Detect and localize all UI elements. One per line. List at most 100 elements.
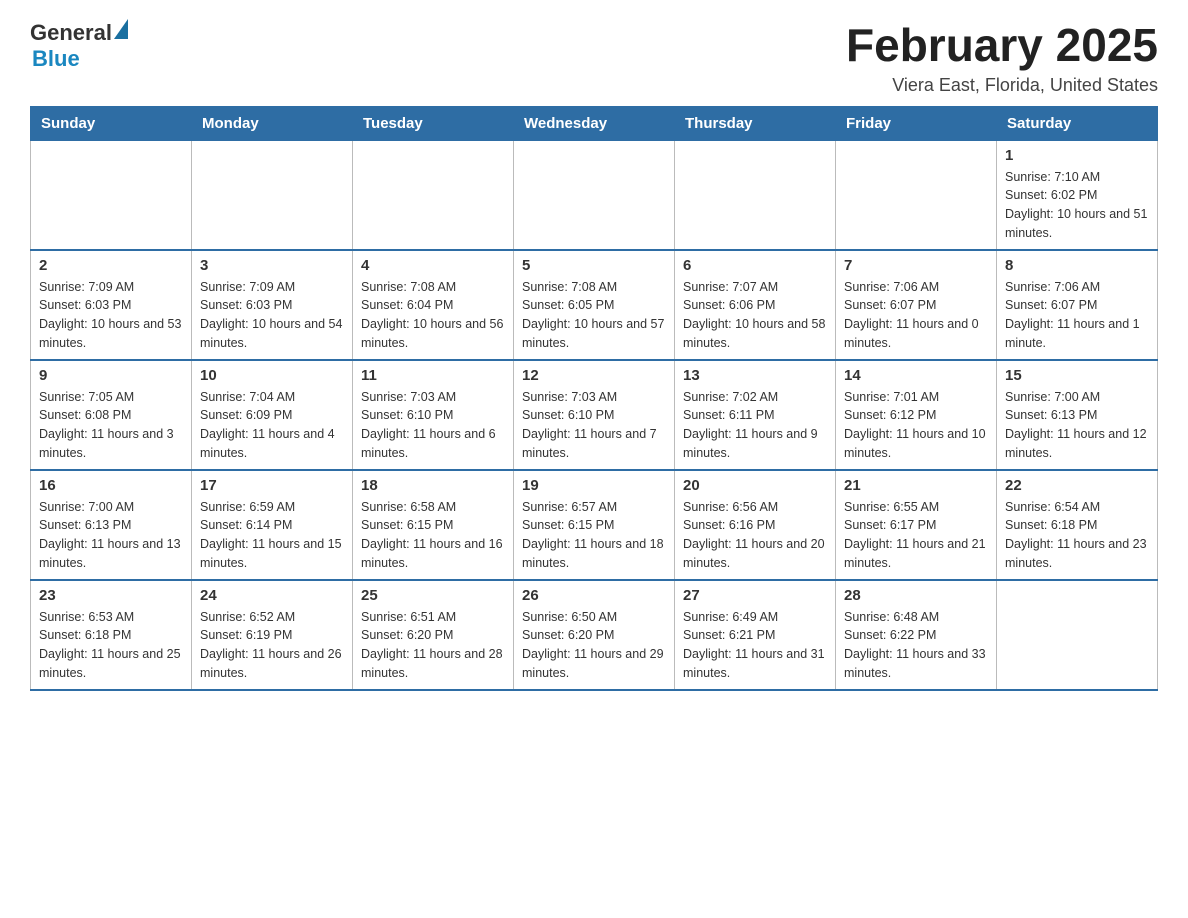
title-area: February 2025 Viera East, Florida, Unite… bbox=[846, 20, 1158, 96]
day-number: 28 bbox=[844, 587, 988, 604]
day-number: 13 bbox=[683, 367, 827, 384]
day-info: Sunrise: 7:06 AM Sunset: 6:07 PM Dayligh… bbox=[844, 278, 988, 353]
day-number: 19 bbox=[522, 477, 666, 494]
day-info: Sunrise: 7:01 AM Sunset: 6:12 PM Dayligh… bbox=[844, 388, 988, 463]
day-number: 27 bbox=[683, 587, 827, 604]
calendar-cell: 17 Sunrise: 6:59 AM Sunset: 6:14 PM Dayli… bbox=[192, 470, 353, 580]
day-info: Sunrise: 6:52 AM Sunset: 6:19 PM Dayligh… bbox=[200, 608, 344, 683]
calendar-cell: 13Sunrise: 7:02 AM Sunset: 6:11 PM Dayli… bbox=[675, 360, 836, 470]
day-info: Sunrise: 7:09 AM Sunset: 6:03 PM Dayligh… bbox=[200, 278, 344, 353]
day-info: Sunrise: 7:06 AM Sunset: 6:07 PM Dayligh… bbox=[1005, 278, 1149, 353]
calendar-cell: 11 Sunrise: 7:03 AM Sunset: 6:10 PM Dayli… bbox=[353, 360, 514, 470]
day-number: 9 bbox=[39, 367, 183, 384]
logo-general-text: General bbox=[30, 20, 112, 46]
location-text: Viera East, Florida, United States bbox=[846, 75, 1158, 96]
calendar-cell: 2Sunrise: 7:09 AM Sunset: 6:03 PM Daylig… bbox=[31, 250, 192, 360]
day-info: Sunrise: 7:10 AM Sunset: 6:02 PM Dayligh… bbox=[1005, 168, 1149, 243]
day-of-week-tuesday: Tuesday bbox=[353, 106, 514, 140]
day-info: Sunrise: 7:00 AM Sunset: 6:13 PM Dayligh… bbox=[1005, 388, 1149, 463]
logo-triangle-icon bbox=[114, 19, 128, 39]
day-info: Sunrise: 6:51 AM Sunset: 6:20 PM Dayligh… bbox=[361, 608, 505, 683]
day-info: Sunrise: 7:00 AM Sunset: 6:13 PM Dayligh… bbox=[39, 498, 183, 573]
day-number: 12 bbox=[522, 367, 666, 384]
calendar-cell: 19Sunrise: 6:57 AM Sunset: 6:15 PM Dayli… bbox=[514, 470, 675, 580]
calendar-cell: 16Sunrise: 7:00 AM Sunset: 6:13 PM Dayli… bbox=[31, 470, 192, 580]
day-number: 15 bbox=[1005, 367, 1149, 384]
calendar-cell bbox=[675, 140, 836, 250]
page-header: General Blue February 2025 Viera East, F… bbox=[30, 20, 1158, 96]
days-of-week-row: SundayMondayTuesdayWednesdayThursdayFrid… bbox=[31, 106, 1158, 140]
day-info: Sunrise: 6:54 AM Sunset: 6:18 PM Dayligh… bbox=[1005, 498, 1149, 573]
day-info: Sunrise: 7:05 AM Sunset: 6:08 PM Dayligh… bbox=[39, 388, 183, 463]
calendar-cell: 6Sunrise: 7:07 AM Sunset: 6:06 PM Daylig… bbox=[675, 250, 836, 360]
calendar-cell bbox=[997, 580, 1158, 690]
logo-blue-text: Blue bbox=[32, 46, 80, 72]
day-number: 24 bbox=[200, 587, 344, 604]
calendar-cell: 5 Sunrise: 7:08 AM Sunset: 6:05 PM Daylig… bbox=[514, 250, 675, 360]
day-of-week-wednesday: Wednesday bbox=[514, 106, 675, 140]
day-number: 1 bbox=[1005, 147, 1149, 164]
calendar-cell: 7Sunrise: 7:06 AM Sunset: 6:07 PM Daylig… bbox=[836, 250, 997, 360]
day-number: 8 bbox=[1005, 257, 1149, 274]
calendar-header: SundayMondayTuesdayWednesdayThursdayFrid… bbox=[31, 106, 1158, 140]
week-row-3: 16Sunrise: 7:00 AM Sunset: 6:13 PM Dayli… bbox=[31, 470, 1158, 580]
day-number: 4 bbox=[361, 257, 505, 274]
week-row-0: 1 Sunrise: 7:10 AM Sunset: 6:02 PM Daylig… bbox=[31, 140, 1158, 250]
day-of-week-friday: Friday bbox=[836, 106, 997, 140]
calendar-cell: 20 Sunrise: 6:56 AM Sunset: 6:16 PM Dayli… bbox=[675, 470, 836, 580]
day-info: Sunrise: 7:04 AM Sunset: 6:09 PM Dayligh… bbox=[200, 388, 344, 463]
calendar-cell: 9 Sunrise: 7:05 AM Sunset: 6:08 PM Daylig… bbox=[31, 360, 192, 470]
calendar-cell: 23Sunrise: 6:53 AM Sunset: 6:18 PM Dayli… bbox=[31, 580, 192, 690]
calendar-table: SundayMondayTuesdayWednesdayThursdayFrid… bbox=[30, 106, 1158, 691]
calendar-cell: 10 Sunrise: 7:04 AM Sunset: 6:09 PM Dayli… bbox=[192, 360, 353, 470]
day-number: 18 bbox=[361, 477, 505, 494]
day-number: 14 bbox=[844, 367, 988, 384]
calendar-cell bbox=[514, 140, 675, 250]
day-info: Sunrise: 7:03 AM Sunset: 6:10 PM Dayligh… bbox=[361, 388, 505, 463]
calendar-cell: 12Sunrise: 7:03 AM Sunset: 6:10 PM Dayli… bbox=[514, 360, 675, 470]
calendar-cell: 1 Sunrise: 7:10 AM Sunset: 6:02 PM Daylig… bbox=[997, 140, 1158, 250]
week-row-4: 23Sunrise: 6:53 AM Sunset: 6:18 PM Dayli… bbox=[31, 580, 1158, 690]
day-of-week-sunday: Sunday bbox=[31, 106, 192, 140]
day-info: Sunrise: 6:56 AM Sunset: 6:16 PM Dayligh… bbox=[683, 498, 827, 573]
calendar-cell: 27 Sunrise: 6:49 AM Sunset: 6:21 PM Dayli… bbox=[675, 580, 836, 690]
calendar-cell: 14 Sunrise: 7:01 AM Sunset: 6:12 PM Dayli… bbox=[836, 360, 997, 470]
day-number: 11 bbox=[361, 367, 505, 384]
day-info: Sunrise: 6:59 AM Sunset: 6:14 PM Dayligh… bbox=[200, 498, 344, 573]
day-info: Sunrise: 6:50 AM Sunset: 6:20 PM Dayligh… bbox=[522, 608, 666, 683]
day-info: Sunrise: 7:08 AM Sunset: 6:05 PM Dayligh… bbox=[522, 278, 666, 353]
day-info: Sunrise: 7:09 AM Sunset: 6:03 PM Dayligh… bbox=[39, 278, 183, 353]
day-info: Sunrise: 7:08 AM Sunset: 6:04 PM Dayligh… bbox=[361, 278, 505, 353]
calendar-cell bbox=[31, 140, 192, 250]
calendar-body: 1 Sunrise: 7:10 AM Sunset: 6:02 PM Daylig… bbox=[31, 140, 1158, 690]
day-number: 17 bbox=[200, 477, 344, 494]
month-title: February 2025 bbox=[846, 20, 1158, 71]
day-number: 20 bbox=[683, 477, 827, 494]
calendar-cell: 21Sunrise: 6:55 AM Sunset: 6:17 PM Dayli… bbox=[836, 470, 997, 580]
calendar-cell: 28 Sunrise: 6:48 AM Sunset: 6:22 PM Dayli… bbox=[836, 580, 997, 690]
day-info: Sunrise: 6:48 AM Sunset: 6:22 PM Dayligh… bbox=[844, 608, 988, 683]
week-row-2: 9 Sunrise: 7:05 AM Sunset: 6:08 PM Daylig… bbox=[31, 360, 1158, 470]
calendar-cell: 8 Sunrise: 7:06 AM Sunset: 6:07 PM Daylig… bbox=[997, 250, 1158, 360]
day-of-week-thursday: Thursday bbox=[675, 106, 836, 140]
day-number: 23 bbox=[39, 587, 183, 604]
day-number: 21 bbox=[844, 477, 988, 494]
day-number: 5 bbox=[522, 257, 666, 274]
day-number: 3 bbox=[200, 257, 344, 274]
week-row-1: 2Sunrise: 7:09 AM Sunset: 6:03 PM Daylig… bbox=[31, 250, 1158, 360]
calendar-cell bbox=[192, 140, 353, 250]
calendar-cell: 3 Sunrise: 7:09 AM Sunset: 6:03 PM Daylig… bbox=[192, 250, 353, 360]
day-number: 10 bbox=[200, 367, 344, 384]
day-number: 25 bbox=[361, 587, 505, 604]
calendar-cell: 18 Sunrise: 6:58 AM Sunset: 6:15 PM Dayli… bbox=[353, 470, 514, 580]
day-of-week-saturday: Saturday bbox=[997, 106, 1158, 140]
calendar-cell bbox=[353, 140, 514, 250]
calendar-cell: 4 Sunrise: 7:08 AM Sunset: 6:04 PM Daylig… bbox=[353, 250, 514, 360]
day-info: Sunrise: 6:49 AM Sunset: 6:21 PM Dayligh… bbox=[683, 608, 827, 683]
day-info: Sunrise: 6:58 AM Sunset: 6:15 PM Dayligh… bbox=[361, 498, 505, 573]
calendar-cell: 26Sunrise: 6:50 AM Sunset: 6:20 PM Dayli… bbox=[514, 580, 675, 690]
calendar-cell: 25 Sunrise: 6:51 AM Sunset: 6:20 PM Dayli… bbox=[353, 580, 514, 690]
calendar-cell: 24 Sunrise: 6:52 AM Sunset: 6:19 PM Dayli… bbox=[192, 580, 353, 690]
day-of-week-monday: Monday bbox=[192, 106, 353, 140]
day-info: Sunrise: 7:07 AM Sunset: 6:06 PM Dayligh… bbox=[683, 278, 827, 353]
